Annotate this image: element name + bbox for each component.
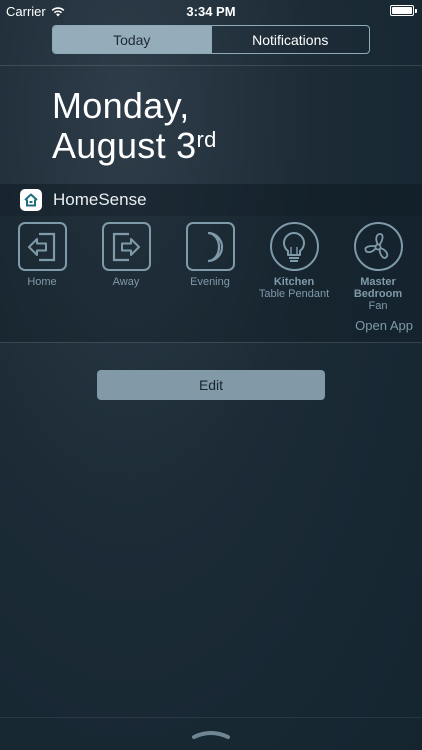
enter-icon xyxy=(17,222,67,271)
exit-icon xyxy=(101,222,151,271)
tile-away-label: Away xyxy=(112,276,140,288)
date-weekday: Monday, xyxy=(52,85,190,126)
tab-today[interactable]: Today xyxy=(53,26,211,53)
date-heading: Monday, August 3rd xyxy=(52,86,217,166)
tile-away[interactable]: Away xyxy=(84,222,168,288)
tile-kitchen-pendant[interactable]: Kitchen Table Pendant xyxy=(252,222,336,300)
fan-icon xyxy=(353,222,403,271)
chevron-up-icon xyxy=(192,731,230,739)
tile-kitchen-label: Kitchen xyxy=(273,276,315,288)
tile-master-bedroom-sublabel: Fan xyxy=(368,300,388,312)
date-day: August 3rd xyxy=(52,126,217,166)
tile-home[interactable]: Home xyxy=(0,222,84,288)
battery-icon xyxy=(390,5,417,16)
tile-home-label: Home xyxy=(27,276,57,288)
view-segmented-control: Today Notifications xyxy=(52,25,370,54)
status-time: 3:34 PM xyxy=(186,4,236,19)
tile-kitchen-sublabel: Table Pendant xyxy=(258,288,330,300)
widget-header[interactable]: HomeSense xyxy=(0,184,422,216)
edit-button[interactable]: Edit xyxy=(97,370,325,400)
tile-evening[interactable]: Evening xyxy=(168,222,252,288)
open-app-link[interactable]: Open App xyxy=(355,318,413,333)
house-icon xyxy=(20,189,42,211)
lightbulb-icon xyxy=(269,222,319,271)
tab-notifications[interactable]: Notifications xyxy=(210,26,370,53)
widget-title: HomeSense xyxy=(53,190,147,209)
tile-master-bedroom-fan[interactable]: Master Bedroom Fan xyxy=(336,222,420,312)
battery-level xyxy=(392,7,412,14)
grabber-handle[interactable] xyxy=(0,718,422,750)
date-month-day: August 3 xyxy=(52,125,197,166)
header-divider xyxy=(0,65,422,66)
widget-bottom-divider xyxy=(0,342,422,343)
tile-evening-label: Evening xyxy=(190,276,230,288)
status-bar: Carrier 3:34 PM xyxy=(0,0,422,22)
tile-master-bedroom-label: Master Bedroom xyxy=(353,276,403,300)
moon-icon xyxy=(185,222,235,271)
date-ordinal-suffix: rd xyxy=(196,127,217,152)
